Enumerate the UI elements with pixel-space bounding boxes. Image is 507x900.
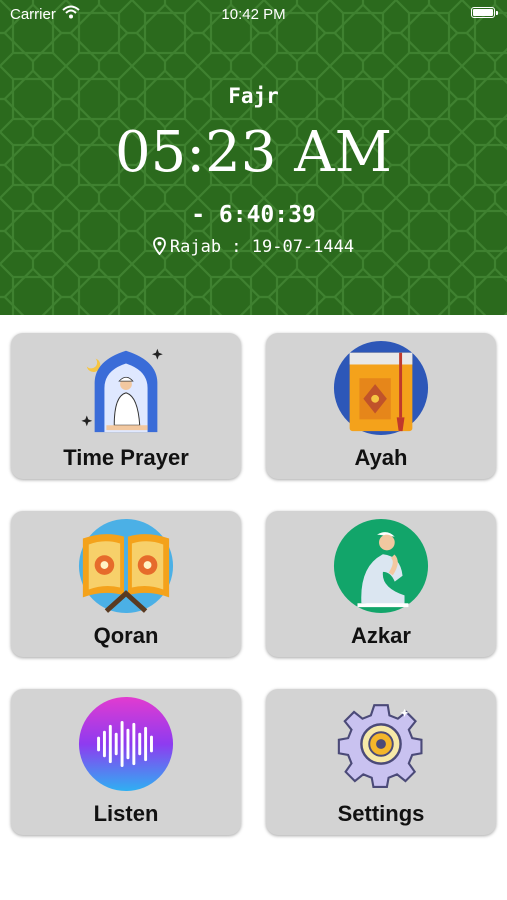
- hijri-date: Rajab : 19-07-1444: [169, 237, 355, 257]
- location-pin-icon: [152, 237, 166, 260]
- qoran-label: Qoran: [93, 623, 159, 648]
- hijri-date-row: Rajab : 19-07-1444: [0, 237, 507, 260]
- battery-icon: [471, 7, 498, 18]
- settings-label: Settings: [337, 801, 425, 826]
- azkar-label: Azkar: [351, 623, 411, 648]
- header-banner: Carrier 10:42 PM Fajr 05:23 AM - 6:40:39…: [0, 0, 507, 315]
- praying-man-icon: [333, 518, 429, 614]
- status-time: 10:42 PM: [221, 6, 286, 23]
- qoran-button[interactable]: Qoran: [11, 511, 241, 657]
- mosque-prayer-icon: [81, 348, 163, 433]
- azkar-button[interactable]: Azkar: [266, 511, 496, 657]
- gear-icon: [337, 704, 423, 789]
- quran-book-icon: [333, 340, 429, 436]
- listen-button[interactable]: Listen: [11, 689, 241, 835]
- countdown-timer: - 6:40:39: [191, 202, 316, 228]
- status-bar: Carrier 10:42 PM: [0, 0, 507, 28]
- ayah-button[interactable]: Ayah: [266, 333, 496, 479]
- time-prayer-button[interactable]: Time Prayer: [11, 333, 241, 479]
- next-prayer-name: Fajr: [228, 84, 279, 108]
- open-quran-icon: [78, 518, 174, 614]
- next-prayer-time: 05:23 AM: [115, 120, 392, 185]
- time-prayer-label: Time Prayer: [63, 445, 189, 470]
- listen-label: Listen: [93, 801, 159, 826]
- settings-button[interactable]: Settings: [266, 689, 496, 835]
- ayah-label: Ayah: [354, 445, 408, 470]
- audio-wave-icon: [78, 696, 174, 792]
